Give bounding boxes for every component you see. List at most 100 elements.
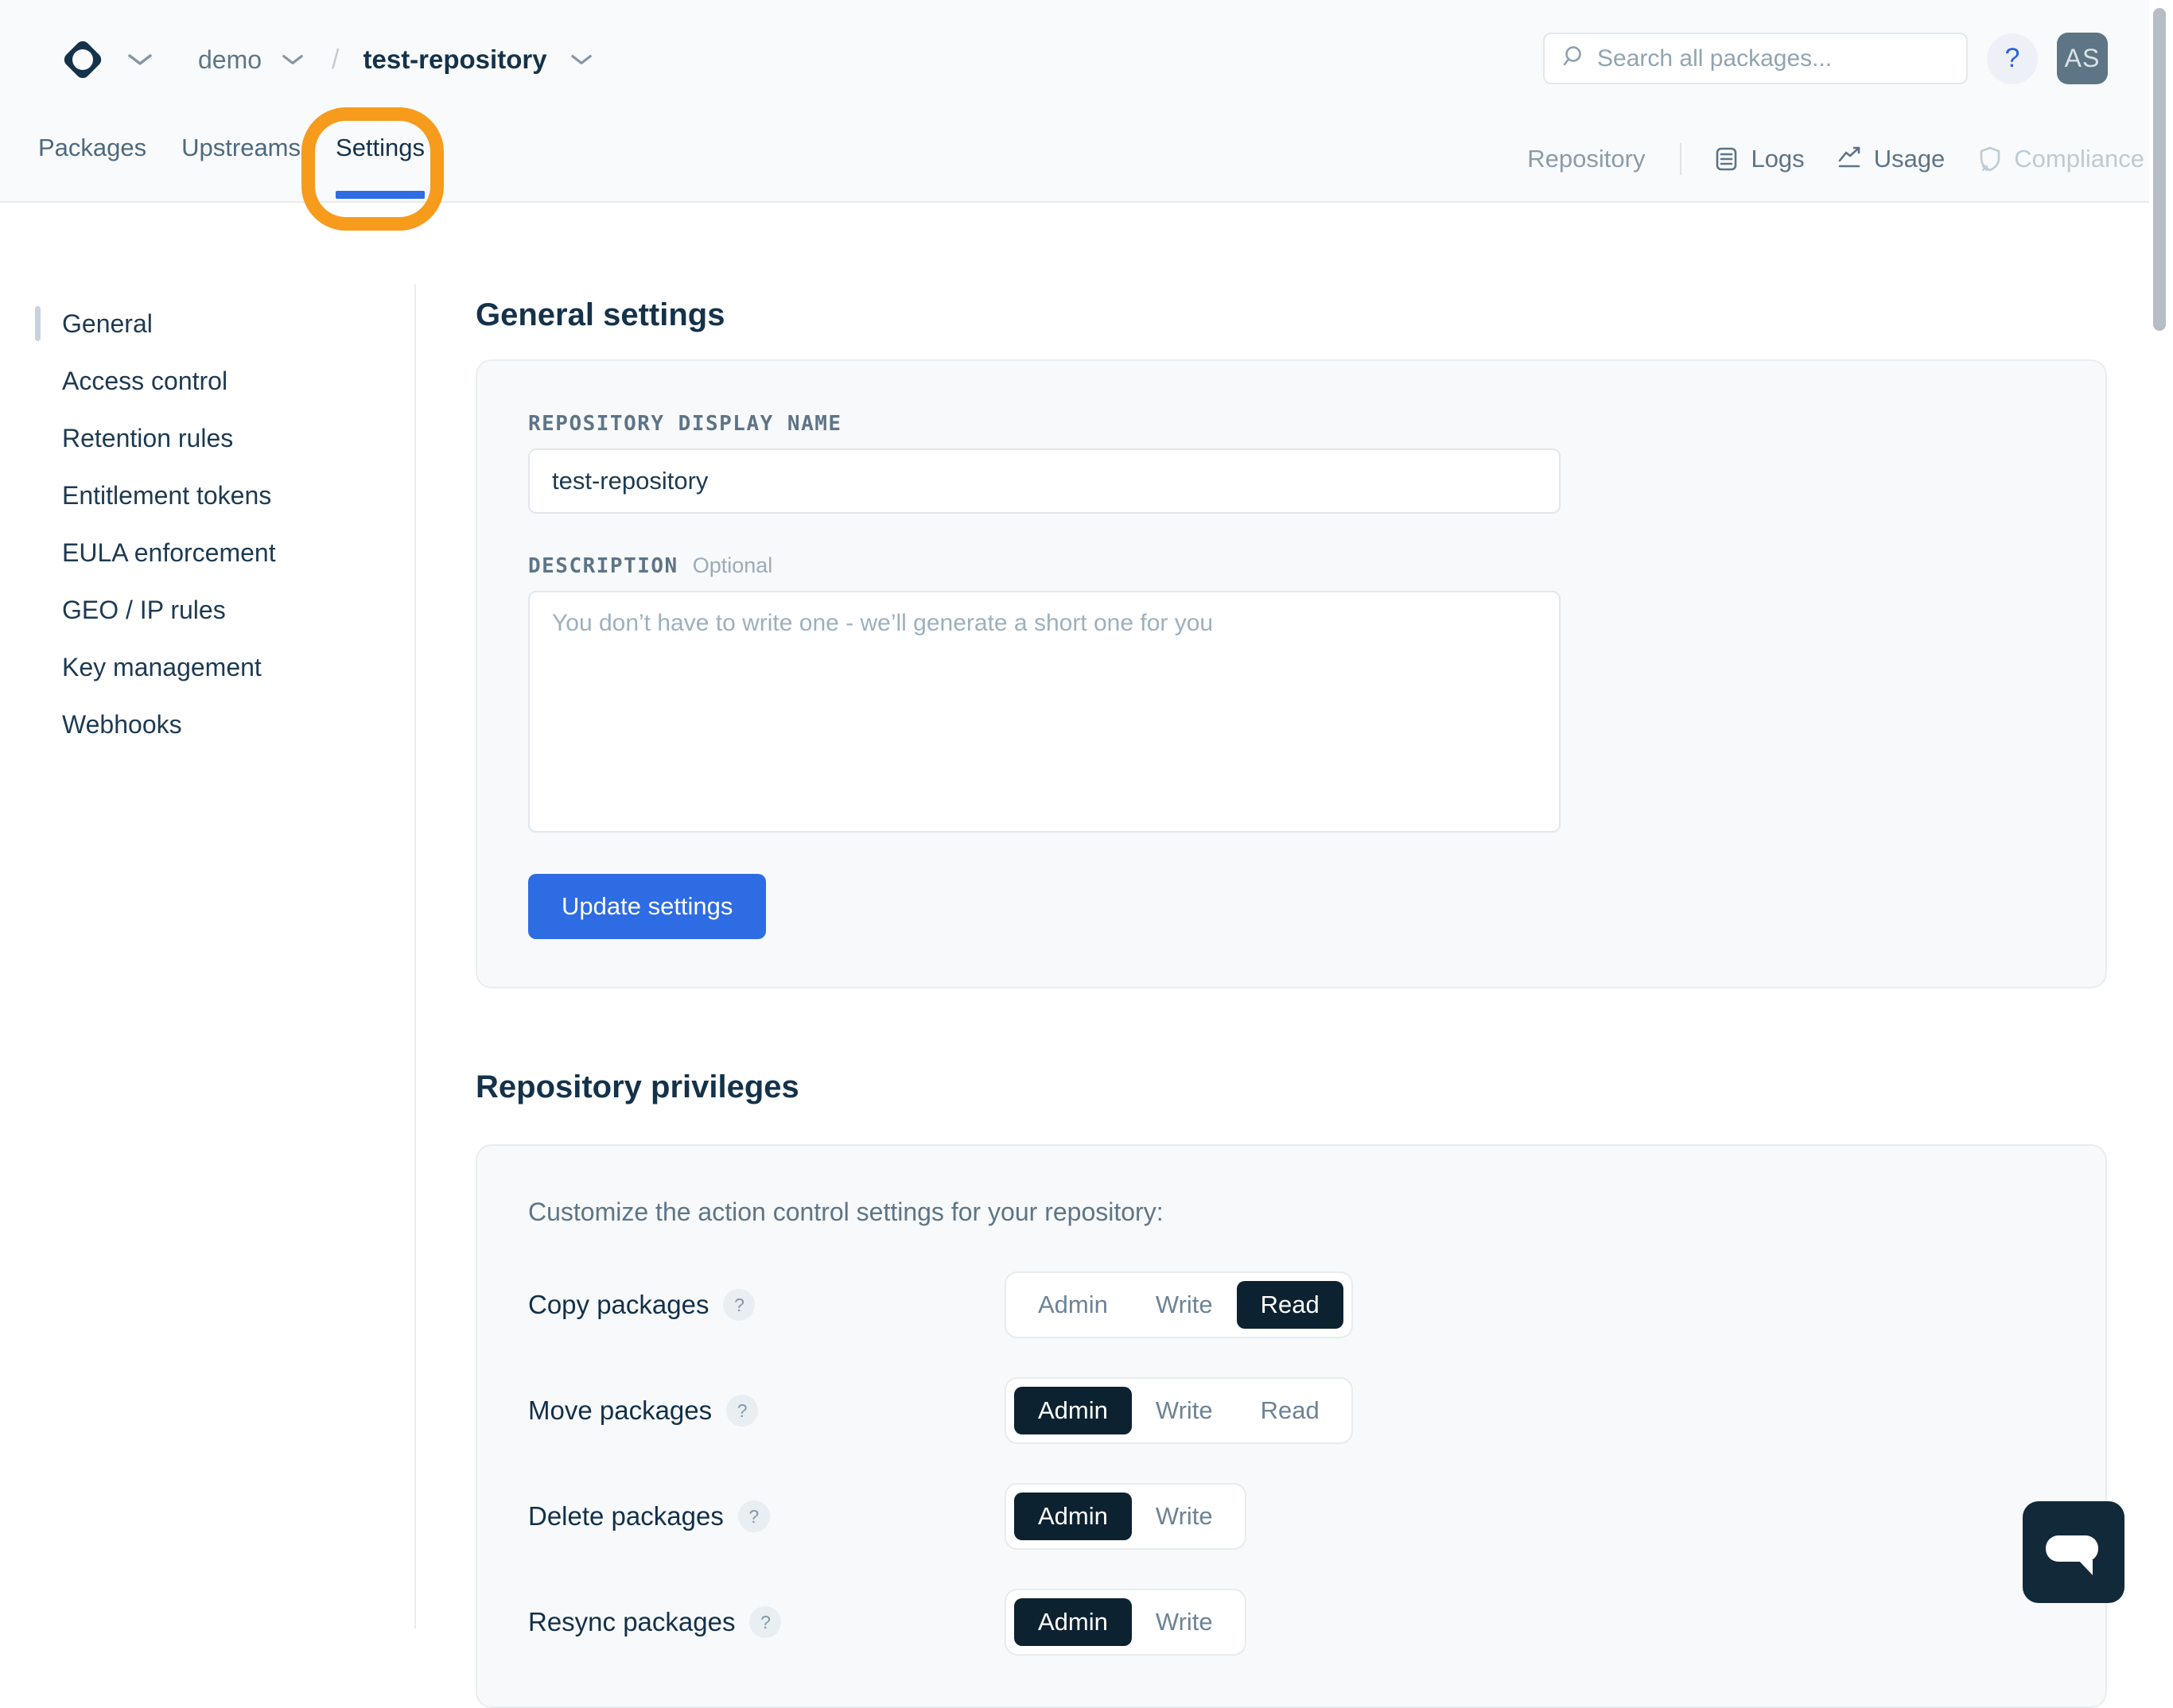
help-badge[interactable]: ?	[738, 1500, 770, 1532]
segment-write[interactable]: Write	[1132, 1598, 1237, 1646]
privilege-row-delete: Delete packages ? Admin Write	[528, 1483, 2054, 1550]
search-input[interactable]	[1597, 45, 1966, 72]
search-box[interactable]	[1543, 33, 1968, 84]
segment-admin[interactable]: Admin	[1014, 1387, 1132, 1434]
segment-write[interactable]: Write	[1132, 1281, 1237, 1329]
sidebar-item-entitlement-tokens[interactable]: Entitlement tokens	[0, 467, 414, 524]
chevron-down-icon[interactable]	[571, 54, 592, 65]
avatar[interactable]: AS	[2057, 33, 2108, 84]
privilege-label: Move packages	[528, 1396, 712, 1426]
logs-link[interactable]: Logs	[1713, 145, 1804, 173]
display-name-label: REPOSITORY DISPLAY NAME	[528, 412, 842, 436]
sidebar-item-label: Key management	[62, 653, 262, 682]
sidebar-item-retention-rules[interactable]: Retention rules	[0, 410, 414, 467]
compliance-label: Compliance	[2014, 145, 2144, 173]
sidebar-item-label: GEO / IP rules	[62, 596, 226, 625]
chevron-down-icon[interactable]	[128, 53, 152, 66]
breadcrumb-separator: /	[332, 45, 339, 76]
chevron-down-icon[interactable]	[282, 54, 303, 65]
sidebar-item-label: General	[62, 309, 153, 339]
scrollbar	[2149, 0, 2173, 1628]
update-settings-button[interactable]: Update settings	[528, 874, 766, 939]
context-nav: Repository Logs Usage Compliance	[1527, 142, 2144, 177]
help-badge[interactable]: ?	[726, 1395, 758, 1427]
usage-label: Usage	[1874, 145, 1946, 173]
display-name-input[interactable]	[528, 448, 1561, 514]
tab-packages[interactable]: Packages	[38, 132, 146, 164]
repo-breadcrumb[interactable]: test-repository	[363, 45, 547, 75]
search-icon	[1562, 45, 1586, 72]
sidebar-item-label: EULA enforcement	[62, 538, 276, 568]
scope-label: Repository	[1527, 145, 1645, 173]
compliance-link[interactable]: Compliance	[1977, 145, 2144, 173]
settings-main: General settings REPOSITORY DISPLAY NAME…	[414, 203, 2173, 1628]
privilege-label-group: Resync packages ?	[528, 1606, 1005, 1638]
usage-link[interactable]: Usage	[1837, 145, 1946, 173]
help-button[interactable]: ?	[1987, 33, 2038, 84]
sidebar-list: General Access control Retention rules E…	[0, 295, 414, 753]
segment-read[interactable]: Read	[1237, 1387, 1343, 1434]
sidebar-item-access-control[interactable]: Access control	[0, 352, 414, 410]
repository-privileges-card: Customize the action control settings fo…	[476, 1144, 2107, 1708]
description-optional-label: Optional	[693, 553, 773, 578]
top-navbar: demo / test-repository ? AS Packages Ups…	[0, 0, 2173, 203]
tab-settings-label: Settings	[336, 134, 425, 161]
description-textarea[interactable]	[528, 591, 1561, 833]
help-badge[interactable]: ?	[723, 1289, 755, 1321]
sidebar-item-label: Access control	[62, 367, 227, 396]
privilege-row-copy: Copy packages ? Admin Write Read	[528, 1271, 2054, 1338]
sidebar-item-geo-ip-rules[interactable]: GEO / IP rules	[0, 581, 414, 639]
segment-write[interactable]: Write	[1132, 1493, 1237, 1540]
page: demo / test-repository ? AS Packages Ups…	[0, 0, 2173, 1628]
content-area: General Access control Retention rules E…	[0, 203, 2173, 1628]
sidebar-item-label: Entitlement tokens	[62, 481, 271, 510]
logs-icon	[1713, 146, 1740, 173]
description-label: DESCRIPTION	[528, 554, 678, 578]
divider	[1680, 143, 1681, 175]
org-breadcrumb[interactable]: demo	[198, 45, 262, 75]
segment-admin[interactable]: Admin	[1014, 1493, 1132, 1540]
privileges-intro: Customize the action control settings fo…	[528, 1197, 2054, 1227]
privilege-label: Delete packages	[528, 1501, 724, 1531]
sidebar-divider	[414, 284, 416, 1628]
segment-write[interactable]: Write	[1132, 1387, 1237, 1434]
privilege-label: Resync packages	[528, 1607, 735, 1637]
shield-icon	[1977, 146, 2004, 173]
line-chart-icon	[1837, 146, 1864, 173]
active-tab-underline	[336, 191, 425, 199]
tab-settings[interactable]: Settings	[336, 132, 425, 164]
segment-admin[interactable]: Admin	[1014, 1281, 1132, 1329]
segment-read[interactable]: Read	[1237, 1281, 1343, 1329]
logs-label: Logs	[1751, 145, 1804, 173]
privilege-label-group: Delete packages ?	[528, 1500, 1005, 1532]
header-actions: ? AS	[1543, 33, 2108, 84]
help-badge[interactable]: ?	[749, 1606, 781, 1638]
sidebar-item-eula-enforcement[interactable]: EULA enforcement	[0, 524, 414, 581]
sidebar-item-general[interactable]: General	[0, 295, 414, 352]
privileges-title: Repository privileges	[476, 1068, 2173, 1106]
general-settings-card: REPOSITORY DISPLAY NAME DESCRIPTION Opti…	[476, 359, 2107, 988]
tab-upstreams[interactable]: Upstreams	[181, 132, 301, 164]
scrollbar-thumb[interactable]	[2153, 8, 2166, 331]
segmented-control: Admin Write	[1005, 1589, 1246, 1656]
privilege-row-resync: Resync packages ? Admin Write	[528, 1589, 2054, 1656]
cloudsmith-logo-icon[interactable]	[61, 38, 104, 81]
segmented-control: Admin Write Read	[1005, 1271, 1353, 1338]
sidebar-item-label: Webhooks	[62, 710, 182, 739]
chat-widget-button[interactable]	[2023, 1501, 2124, 1603]
segmented-control: Admin Write	[1005, 1483, 1246, 1550]
breadcrumb: demo / test-repository	[61, 37, 592, 83]
privilege-label-group: Copy packages ?	[528, 1289, 1005, 1321]
sidebar-item-key-management[interactable]: Key management	[0, 639, 414, 696]
page-title: General settings	[476, 296, 2173, 334]
privilege-label: Copy packages	[528, 1290, 709, 1320]
sidebar-item-label: Retention rules	[62, 424, 233, 453]
active-item-marker	[35, 306, 41, 341]
sidebar-item-webhooks[interactable]: Webhooks	[0, 696, 414, 753]
segmented-control: Admin Write Read	[1005, 1377, 1353, 1444]
settings-sidebar: General Access control Retention rules E…	[0, 203, 414, 1628]
privilege-row-move: Move packages ? Admin Write Read	[528, 1377, 2054, 1444]
repo-tabs: Packages Upstreams Settings	[38, 132, 425, 164]
segment-admin[interactable]: Admin	[1014, 1598, 1132, 1646]
privilege-label-group: Move packages ?	[528, 1395, 1005, 1427]
